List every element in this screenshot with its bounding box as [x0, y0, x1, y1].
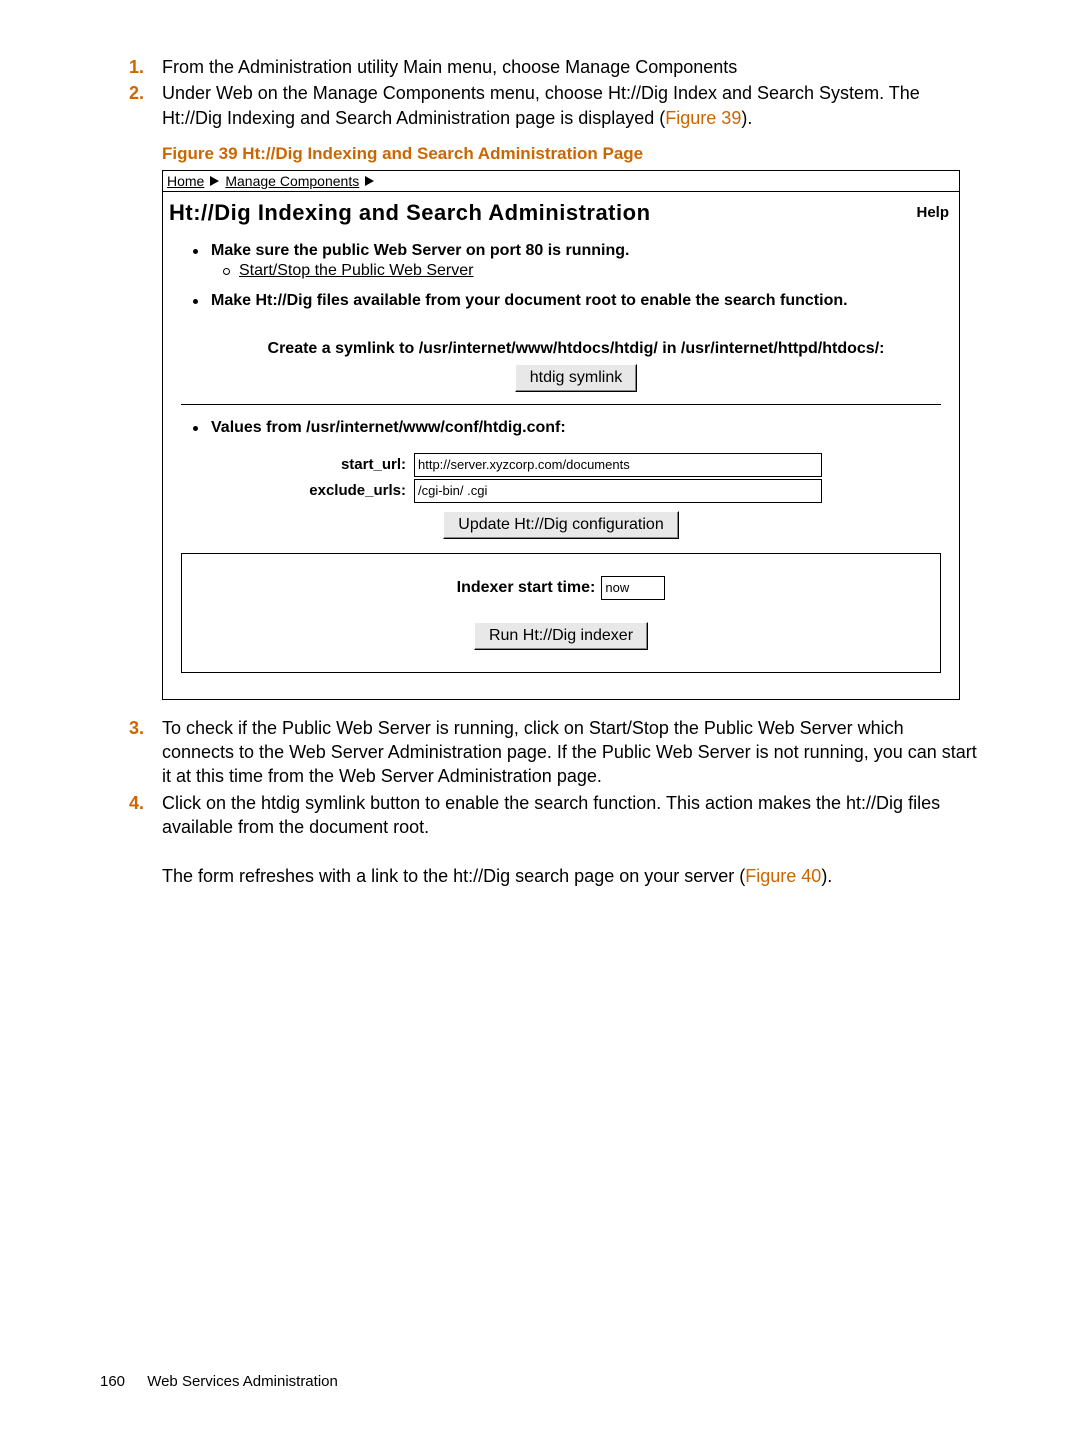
start-stop-server-link[interactable]: Start/Stop the Public Web Server	[239, 262, 473, 279]
divider	[181, 404, 941, 405]
step-number: 1.	[100, 55, 162, 79]
run-indexer-button[interactable]: Run Ht://Dig indexer	[474, 622, 648, 650]
footer-section: Web Services Administration	[147, 1373, 338, 1390]
bullet-make-files-available: Make Ht://Dig files available from your …	[211, 292, 848, 309]
page-number: 160	[100, 1373, 125, 1390]
bullet-values-from-conf: Values from /usr/internet/www/conf/htdig…	[211, 419, 566, 436]
chevron-right-icon	[210, 176, 219, 186]
step-text: Click on the htdig symlink button to ena…	[162, 791, 980, 888]
start-url-label: start_url:	[181, 456, 410, 473]
breadcrumb: Home Manage Components	[163, 171, 959, 192]
indexer-start-time-input[interactable]	[601, 576, 665, 600]
figure-screenshot: Home Manage Components Ht://Dig Indexing…	[162, 170, 960, 700]
bottom-steps-list: 3. To check if the Public Web Server is …	[100, 716, 980, 888]
step-number: 4.	[100, 791, 162, 888]
bullet-server-running: Make sure the public Web Server on port …	[211, 242, 629, 259]
exclude-urls-label: exclude_urls:	[181, 482, 410, 499]
breadcrumb-home[interactable]: Home	[167, 173, 204, 189]
update-configuration-button[interactable]: Update Ht://Dig configuration	[443, 511, 678, 539]
symlink-instruction: Create a symlink to /usr/internet/www/ht…	[268, 340, 885, 357]
help-link[interactable]: Help	[916, 204, 949, 221]
indexer-start-time-label: Indexer start time:	[457, 579, 596, 597]
indexer-panel: Indexer start time: Run Ht://Dig indexer	[181, 553, 941, 673]
exclude-urls-input[interactable]	[414, 479, 822, 503]
step-text: Under Web on the Manage Components menu,…	[162, 81, 980, 130]
step-text: From the Administration utility Main men…	[162, 55, 980, 79]
page-title: Ht://Dig Indexing and Search Administrat…	[169, 200, 651, 226]
htdig-symlink-button[interactable]: htdig symlink	[515, 364, 637, 392]
top-steps-list: 1. From the Administration utility Main …	[100, 55, 980, 130]
page-footer: 160 Web Services Administration	[100, 1373, 338, 1390]
start-url-input[interactable]	[414, 453, 822, 477]
breadcrumb-manage-components[interactable]: Manage Components	[225, 173, 359, 189]
step-number: 3.	[100, 716, 162, 789]
figure-40-link[interactable]: Figure 40	[745, 866, 821, 886]
figure-caption: Figure 39 Ht://Dig Indexing and Search A…	[162, 144, 980, 164]
step-text: To check if the Public Web Server is run…	[162, 716, 980, 789]
step-number: 2.	[100, 81, 162, 130]
figure-39-link[interactable]: Figure 39	[665, 108, 741, 128]
chevron-right-icon	[365, 176, 374, 186]
